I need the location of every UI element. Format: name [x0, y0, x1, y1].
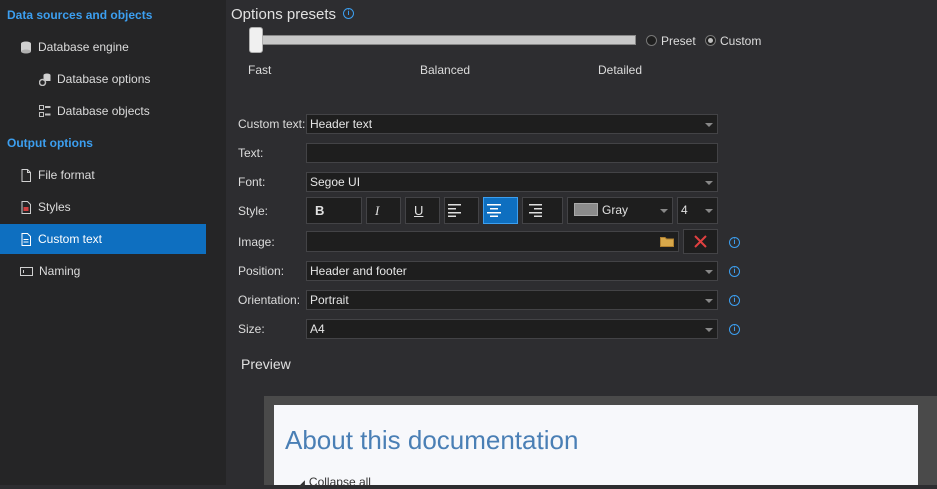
preview-title: Preview: [241, 356, 291, 372]
info-icon[interactable]: i: [729, 237, 740, 248]
sidebar-item-database-options[interactable]: Database options: [0, 64, 206, 94]
custom-text-icon: [20, 232, 32, 246]
custom-text-select[interactable]: Header text: [306, 114, 718, 134]
italic-button[interactable]: I: [366, 197, 401, 224]
size-label: Size:: [238, 322, 265, 336]
options-presets-title: Options presets: [231, 6, 337, 23]
sidebar-item-label: Styles: [38, 200, 71, 214]
sidebar: Data sources and objects Database engine…: [0, 0, 226, 485]
custom-text-label: Custom text:: [238, 117, 306, 131]
clear-image-button[interactable]: [683, 229, 718, 254]
image-label: Image:: [238, 235, 275, 249]
preview-collapse-all[interactable]: ◢ Collapse all: [298, 475, 371, 489]
align-left-button[interactable]: [444, 197, 479, 224]
align-center-icon: [487, 204, 501, 217]
styles-icon: [20, 200, 32, 214]
database-objects-icon: [39, 104, 51, 118]
sidebar-item-label: File format: [38, 168, 95, 182]
style-label: Style:: [238, 204, 269, 218]
sidebar-item-label: Database objects: [57, 104, 150, 118]
chevron-down-icon: [705, 209, 713, 213]
orientation-label: Orientation:: [238, 293, 301, 307]
info-icon[interactable]: i: [343, 8, 354, 19]
font-label: Font:: [238, 175, 266, 189]
font-size-select[interactable]: 4: [677, 197, 718, 224]
sidebar-item-database-objects[interactable]: Database objects: [0, 96, 206, 126]
database-icon: [20, 41, 32, 54]
color-select[interactable]: Gray: [567, 197, 673, 224]
preset-radio-label: Preset: [661, 34, 696, 48]
chevron-down-icon: [705, 328, 713, 332]
collapse-label: Collapse all: [308, 475, 371, 489]
slider-label-detailed: Detailed: [598, 63, 643, 77]
position-select[interactable]: Header and footer: [306, 261, 718, 281]
file-icon: [20, 168, 32, 182]
text-input[interactable]: [306, 143, 718, 163]
underline-button[interactable]: U: [405, 197, 440, 224]
folder-icon[interactable]: [660, 236, 674, 247]
chevron-down-icon: [705, 299, 713, 303]
color-value: Gray: [602, 203, 629, 217]
chevron-down-icon: [705, 123, 713, 127]
align-center-button[interactable]: [483, 197, 518, 224]
sidebar-item-database-engine[interactable]: Database engine: [0, 32, 206, 62]
size-value: A4: [310, 322, 325, 336]
font-select[interactable]: Segoe UI: [306, 172, 718, 192]
image-input[interactable]: [306, 231, 679, 252]
collapse-icon: ◢: [298, 478, 305, 488]
custom-text-value: Header text: [310, 117, 373, 131]
size-select[interactable]: A4: [306, 319, 718, 339]
sidebar-item-label: Custom text: [38, 232, 103, 246]
close-icon: [694, 235, 707, 248]
chevron-down-icon: [705, 181, 713, 185]
preview-page: About this documentation ◢ Collapse all: [274, 405, 918, 489]
database-options-icon: [39, 73, 51, 86]
custom-radio-label: Custom: [720, 34, 762, 48]
naming-icon: [20, 265, 33, 278]
position-value: Header and footer: [310, 264, 407, 278]
font-value: Segoe UI: [310, 175, 361, 189]
info-icon[interactable]: i: [729, 324, 740, 335]
sidebar-item-custom-text[interactable]: Custom text: [0, 224, 206, 254]
custom-radio[interactable]: [705, 35, 716, 46]
font-size-value: 4: [681, 203, 688, 217]
info-icon[interactable]: i: [729, 295, 740, 306]
sidebar-item-label: Database engine: [38, 40, 129, 54]
sidebar-item-naming[interactable]: Naming: [0, 256, 206, 286]
align-right-icon: [529, 204, 542, 217]
sidebar-item-file-format[interactable]: File format: [0, 160, 206, 190]
slider-label-balanced: Balanced: [420, 63, 471, 77]
position-label: Position:: [238, 264, 285, 278]
section-title-output-options: Output options: [7, 136, 93, 150]
sidebar-item-label: Naming: [39, 264, 81, 278]
align-left-icon: [448, 204, 461, 217]
text-label: Text:: [238, 146, 264, 160]
sidebar-item-label: Database options: [57, 72, 151, 86]
info-icon[interactable]: i: [729, 266, 740, 277]
chevron-down-icon: [705, 270, 713, 274]
chevron-down-icon: [660, 209, 668, 213]
preset-slider-track[interactable]: [255, 35, 636, 45]
section-title-data-sources: Data sources and objects: [7, 8, 153, 22]
preset-slider-thumb[interactable]: [249, 27, 263, 53]
preset-radio[interactable]: [646, 35, 657, 46]
slider-label-fast: Fast: [248, 63, 272, 77]
align-right-button[interactable]: [522, 197, 563, 224]
bold-button[interactable]: B: [306, 197, 362, 224]
orientation-value: Portrait: [310, 293, 349, 307]
sidebar-item-styles[interactable]: Styles: [0, 192, 206, 222]
orientation-select[interactable]: Portrait: [306, 290, 718, 310]
color-swatch: [574, 203, 598, 216]
preview-doc-title: About this documentation: [285, 425, 579, 455]
